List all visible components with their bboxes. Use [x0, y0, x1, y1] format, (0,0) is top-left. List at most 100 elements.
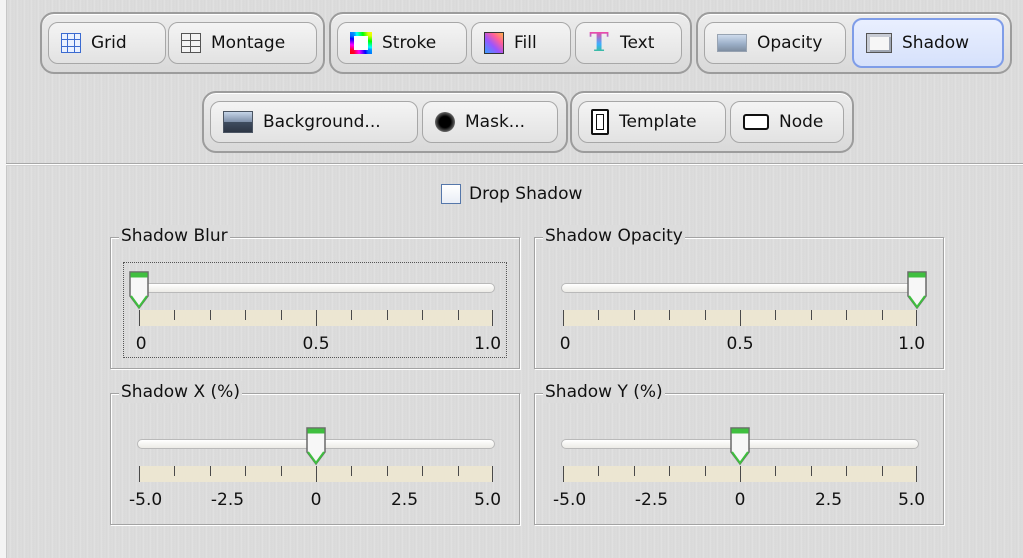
tick-mark: [916, 310, 917, 326]
tick-mark: [139, 310, 140, 326]
tick-mark: [704, 466, 706, 476]
tick-mark: [316, 466, 317, 482]
tab-node[interactable]: Node: [730, 101, 844, 143]
toolbar-group-style: Stroke Fill T Text: [329, 12, 692, 74]
mask-icon: [435, 112, 455, 132]
tick-mark: [386, 310, 388, 320]
tick-mark: [598, 466, 600, 476]
tick-mark: [598, 310, 600, 320]
tick-mark: [881, 466, 883, 476]
tick-label: -5.0: [553, 490, 587, 510]
tick-label: -5.0: [129, 490, 163, 510]
tab-stroke[interactable]: Stroke: [337, 22, 467, 64]
tick-mark: [209, 466, 211, 476]
tick-mark: [174, 310, 176, 320]
tick-mark: [846, 466, 848, 476]
tab-template[interactable]: Template: [578, 101, 726, 143]
tab-text[interactable]: T Text: [575, 22, 682, 64]
tab-shadow[interactable]: Shadow: [852, 18, 1004, 68]
tab-mask[interactable]: Mask...: [422, 101, 558, 143]
background-icon: [223, 111, 253, 133]
drop-shadow-toggle[interactable]: Drop Shadow: [441, 184, 582, 204]
tick-mark: [174, 466, 176, 476]
tick-label: 5.0: [474, 490, 502, 510]
tick-mark: [810, 310, 812, 320]
tab-opacity-label: Opacity: [757, 33, 823, 53]
tick-mark: [775, 310, 777, 320]
tick-label: 0.5: [302, 334, 330, 354]
shadow-opacity-tick-strip: [563, 310, 917, 326]
tab-background-label: Background...: [263, 112, 381, 132]
tab-grid[interactable]: Grid: [48, 22, 166, 64]
shadow-icon: [866, 33, 892, 53]
shadow-y-title: Shadow Y (%): [543, 381, 665, 403]
tick-mark: [245, 466, 247, 476]
shadow-y-tick-strip: [563, 466, 917, 482]
tick-mark: [810, 466, 812, 476]
tab-montage-label: Montage: [211, 33, 286, 53]
tab-text-label: Text: [620, 33, 655, 53]
shadow-blur-track[interactable]: [137, 283, 495, 293]
tick-mark: [492, 310, 493, 326]
toolbar-group-structure: Template Node: [570, 91, 854, 153]
tab-fill[interactable]: Fill: [471, 22, 571, 64]
shadow-blur-title: Shadow Blur: [119, 225, 230, 247]
window-left-edge: [0, 0, 7, 558]
tick-mark: [775, 466, 777, 476]
tick-mark: [351, 466, 353, 476]
template-icon: [591, 109, 609, 135]
shadow-x-thumb[interactable]: [305, 426, 327, 466]
tick-mark: [846, 310, 848, 320]
tab-opacity[interactable]: Opacity: [704, 22, 846, 64]
toolbar-group-effects: Opacity Shadow: [696, 12, 1012, 74]
tick-mark: [492, 466, 493, 482]
tick-mark: [740, 310, 741, 326]
tab-grid-label: Grid: [91, 33, 127, 53]
drop-shadow-label: Drop Shadow: [469, 184, 583, 204]
tick-mark: [669, 466, 671, 476]
tick-mark: [422, 310, 424, 320]
tick-mark: [139, 466, 140, 482]
shadow-blur-thumb[interactable]: [128, 270, 150, 310]
grid-icon: [61, 33, 81, 53]
shadow-x-panel: Shadow X (%) -5.0 -2.5 0 2.5 5.0: [110, 381, 520, 525]
tick-label: 1.0: [474, 334, 502, 354]
tab-stroke-label: Stroke: [382, 33, 437, 53]
shadow-opacity-thumb[interactable]: [906, 270, 928, 310]
shadow-y-panel: Shadow Y (%) -5.0 -2.5 0 2.5 5.0: [534, 381, 944, 525]
tick-mark: [563, 310, 564, 326]
stroke-icon: [350, 32, 372, 54]
tab-background[interactable]: Background...: [210, 101, 418, 143]
tick-mark: [280, 466, 282, 476]
shadow-y-thumb[interactable]: [729, 426, 751, 466]
toolbar-group-images: Background... Mask...: [202, 91, 568, 153]
tick-mark: [563, 466, 564, 482]
shadow-x-title: Shadow X (%): [119, 381, 242, 403]
shadow-opacity-track[interactable]: [561, 283, 919, 293]
shadow-opacity-panel: Shadow Opacity 0 0.5 1.0: [534, 225, 944, 369]
tick-mark: [280, 310, 282, 320]
text-icon: T: [589, 28, 609, 58]
tick-mark: [457, 310, 459, 320]
tick-mark: [916, 466, 917, 482]
toolbar-divider: [6, 163, 1023, 166]
tick-label: -2.5: [634, 490, 669, 510]
shadow-blur-tick-strip: [139, 310, 493, 326]
tick-mark: [633, 466, 635, 476]
tick-mark: [351, 310, 353, 320]
tick-mark: [881, 310, 883, 320]
tab-shadow-label: Shadow: [902, 33, 970, 53]
tab-montage[interactable]: Montage: [168, 22, 317, 64]
tick-label: 0.5: [726, 334, 754, 354]
tick-label: 1.0: [898, 334, 926, 354]
montage-icon: [181, 33, 201, 53]
tick-label: 2.5: [390, 490, 419, 510]
tick-mark: [740, 466, 741, 482]
drop-shadow-checkbox[interactable]: [441, 184, 461, 204]
fill-icon: [484, 32, 504, 54]
tab-fill-label: Fill: [514, 33, 537, 53]
node-icon: [743, 114, 769, 130]
shadow-opacity-title: Shadow Opacity: [543, 225, 685, 247]
tick-mark: [633, 310, 635, 320]
tab-node-label: Node: [779, 112, 824, 132]
